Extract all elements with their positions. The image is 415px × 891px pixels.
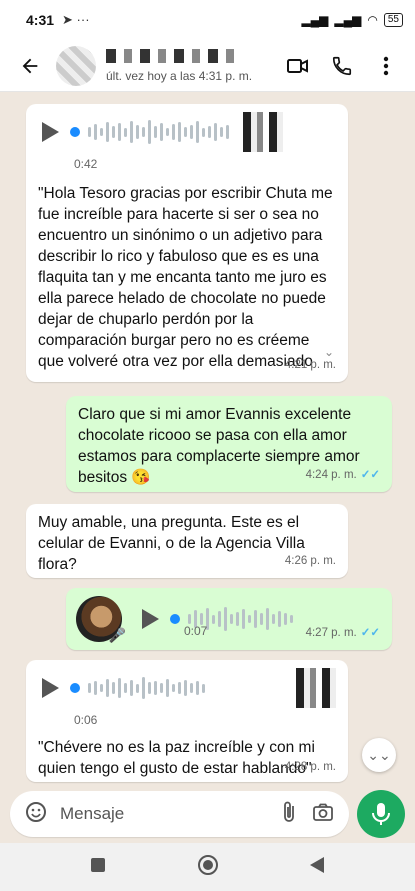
video-call-icon[interactable] — [285, 53, 311, 79]
voice-player — [38, 112, 336, 152]
scroll-down-button[interactable]: ⌄⌄ — [362, 738, 396, 772]
emoji-icon[interactable] — [24, 800, 48, 829]
more-vert-icon[interactable] — [373, 53, 399, 79]
contact-last-seen: últ. vez hoy a las 4:31 p. m. — [106, 68, 253, 83]
battery-icon: 55 — [383, 13, 403, 27]
playback-position-dot[interactable] — [70, 127, 80, 137]
system-nav-bar — [0, 843, 415, 891]
double-check-icon: ✓✓ — [360, 469, 380, 481]
status-right-icons: ▂▄▆ ▂▄▆ ◠ 55 — [301, 13, 403, 27]
outgoing-text-message[interactable]: Claro que si mi amor Evannis excelente c… — [66, 396, 392, 492]
play-icon[interactable] — [38, 120, 62, 144]
record-voice-button[interactable] — [357, 790, 405, 838]
recents-icon[interactable] — [90, 857, 106, 878]
playback-position-dot[interactable] — [70, 683, 80, 693]
paperclip-icon[interactable] — [279, 800, 299, 829]
chevron-double-down-icon: ⌄⌄ — [367, 746, 391, 763]
message-time: 4:21 p. m. — [284, 359, 336, 371]
incoming-text-message[interactable]: Muy amable, una pregunta. Este es el cel… — [26, 504, 348, 578]
voice-duration: 0:06 — [74, 713, 98, 727]
voice-duration: 0:07 — [184, 624, 208, 638]
status-bar: 4:31 ➤ ··· ▂▄▆ ▂▄▆ ◠ 55 — [0, 0, 415, 40]
mic-icon — [372, 803, 390, 825]
voice-player — [38, 668, 336, 708]
incoming-voice-message[interactable]: 0:06 "Chévere no es la paz increíble y c… — [26, 660, 348, 782]
outgoing-voice-message[interactable]: 🎤 0:07 4:27 p. m. ✓✓ — [66, 588, 392, 650]
phone-icon[interactable] — [329, 53, 355, 79]
message-input[interactable]: Mensaje — [60, 804, 267, 824]
sender-avatar-redacted — [243, 112, 283, 152]
message-meta: 4:24 p. m. ✓✓ — [306, 465, 380, 486]
telegram-icon: ➤ ··· — [62, 12, 90, 27]
signal-icon: ▂▄▆ — [301, 13, 329, 27]
play-icon[interactable] — [138, 607, 162, 631]
sender-avatar: 🎤 — [76, 596, 126, 643]
avatar[interactable] — [56, 45, 96, 86]
message-meta: 4:27 p. m. ✓✓ — [306, 623, 380, 644]
playback-position-dot[interactable] — [170, 614, 180, 624]
mic-icon: 🎤 — [108, 627, 126, 643]
contact-name-redacted — [106, 48, 236, 63]
double-check-icon: ✓✓ — [360, 627, 380, 639]
voice-duration: 0:42 — [74, 157, 98, 171]
waveform[interactable] — [88, 675, 205, 701]
chat-header: últ. vez hoy a las 4:31 p. m. — [0, 40, 415, 92]
contact-info[interactable]: últ. vez hoy a las 4:31 p. m. — [106, 48, 285, 83]
status-time: 4:31 — [26, 12, 55, 28]
home-icon[interactable] — [197, 854, 219, 881]
incoming-voice-message[interactable]: 0:42 "Hola Tesoro gracias por escribir C… — [26, 104, 348, 382]
camera-icon[interactable] — [311, 800, 335, 829]
message-time: 4:27 p. m. — [305, 627, 357, 639]
back-nav-icon[interactable] — [309, 856, 325, 879]
arrow-left-icon[interactable] — [10, 46, 50, 86]
waveform[interactable] — [88, 119, 229, 145]
transcript-text: "Hola Tesoro gracias por escribir Chuta … — [38, 185, 333, 375]
message-time: 4:26 p. m. — [284, 555, 336, 567]
header-actions — [285, 53, 399, 79]
sender-avatar-redacted — [296, 668, 336, 708]
message-input-container[interactable]: Mensaje — [10, 791, 349, 837]
message-time: 4:24 p. m. — [305, 469, 357, 481]
play-icon[interactable] — [38, 676, 62, 700]
wifi-icon: ◠ — [367, 13, 378, 27]
chat-area[interactable]: 0:42 "Hola Tesoro gracias por escribir C… — [0, 92, 415, 782]
message-time: 4:28 p. m. — [284, 761, 336, 773]
signal-icon-2: ▂▄▆ — [334, 13, 362, 27]
composer: Mensaje — [0, 785, 415, 843]
